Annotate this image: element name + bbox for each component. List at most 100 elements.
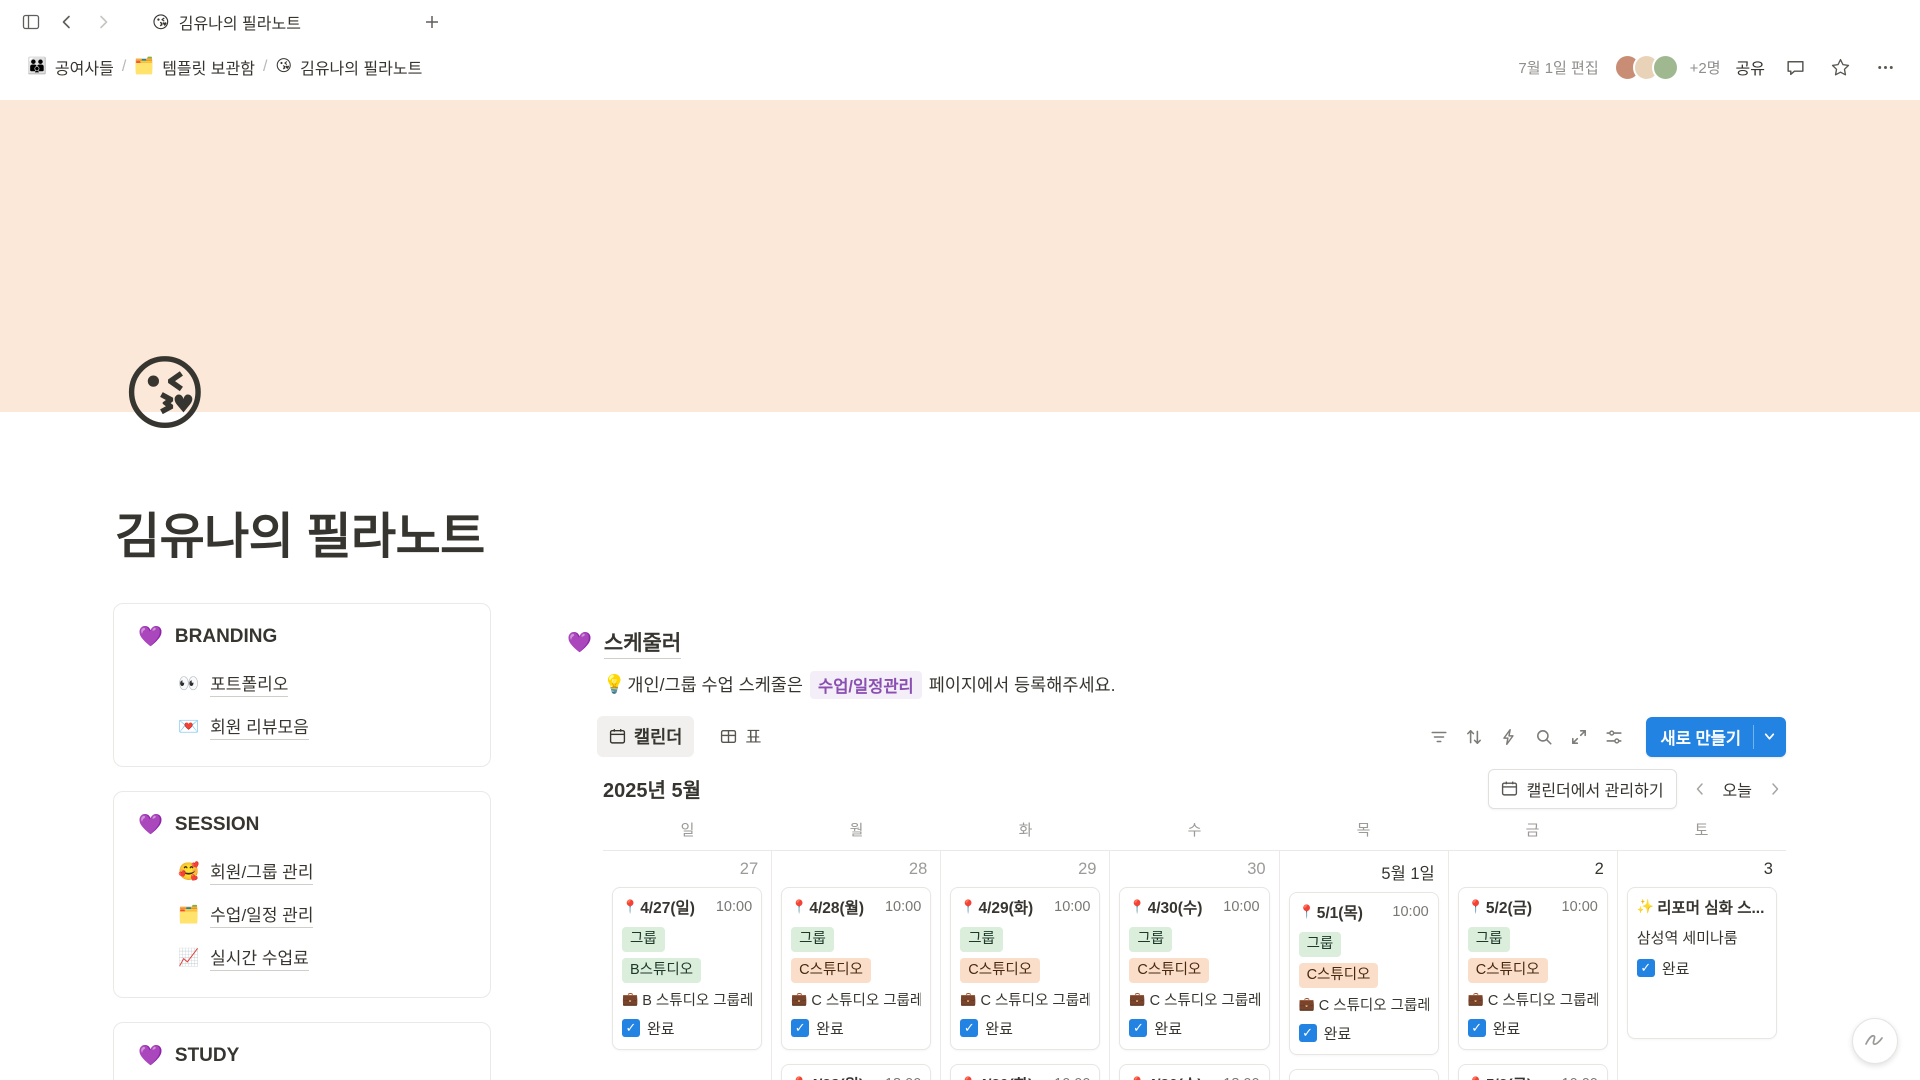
nav-item-portfolio[interactable]: 👀 포트폴리오 bbox=[178, 662, 466, 705]
database-toolbar: 새로 만들기 bbox=[1430, 717, 1786, 757]
extra-members-label[interactable]: +2명 bbox=[1690, 57, 1721, 78]
pin-icon: 📍 bbox=[960, 1076, 976, 1080]
calendar-day-fri: 2 📍5/2(금)10:00 그룹 C스튜디오 💼C 스튜디오 그룹레슨 ✓완료… bbox=[1448, 851, 1617, 1080]
lesson-name: B 스튜디오 그룹레슨 bbox=[642, 989, 752, 1010]
breadcrumb-current-page[interactable]: 😘 김유나의 필라노트 bbox=[268, 51, 429, 83]
check-mark: ✓ bbox=[1302, 1025, 1313, 1041]
today-button[interactable]: 오늘 bbox=[1723, 777, 1752, 801]
check-mark: ✓ bbox=[626, 1020, 637, 1036]
tag-studio: C스튜디오 bbox=[1468, 958, 1548, 983]
comments-icon[interactable] bbox=[1780, 52, 1810, 82]
nav-item-label: 수업/일정 관리 bbox=[210, 901, 313, 928]
lesson-name: C 스튜디오 그룹레슨 bbox=[1150, 989, 1260, 1010]
share-button[interactable]: 공유 bbox=[1736, 55, 1765, 79]
member-avatar[interactable] bbox=[1652, 54, 1679, 81]
event-time: 18:00 bbox=[885, 1076, 921, 1080]
view-tab-calendar[interactable]: 캘린더 bbox=[597, 716, 694, 757]
event-card[interactable]: 📍4/28(월)18:00 그룹 bbox=[781, 1064, 931, 1080]
view-settings-icon[interactable] bbox=[1605, 728, 1623, 746]
database-views-row: 캘린더 표 bbox=[597, 715, 1786, 759]
event-title: 4/27(일) bbox=[640, 896, 712, 918]
pin-icon: 📍 bbox=[960, 899, 976, 915]
calendar-export-icon bbox=[1501, 780, 1518, 797]
event-card[interactable]: 📍5/2(금)10:00 그룹 C스튜디오 💼C 스튜디오 그룹레슨 ✓완료 bbox=[1458, 887, 1608, 1050]
event-time: 10:00 bbox=[885, 899, 921, 915]
nav-item-tuition[interactable]: 📈 실시간 수업료 bbox=[178, 936, 466, 979]
archive-icon: 🗂️ bbox=[134, 59, 154, 75]
search-icon[interactable] bbox=[1535, 728, 1553, 746]
page-title: 김유나의 필라노트 bbox=[115, 508, 1920, 567]
scheduler-title[interactable]: 스케줄러 bbox=[604, 627, 681, 659]
nav-item-label: 포트폴리오 bbox=[210, 670, 288, 697]
event-card[interactable]: 📍4/30(수)18:00 그룹 bbox=[1119, 1064, 1269, 1080]
chevron-down-icon[interactable] bbox=[1763, 730, 1786, 743]
lesson-name: C 스튜디오 그룹레슨 bbox=[811, 989, 921, 1010]
event-card[interactable]: 📍4/29(화)10:00 그룹 bbox=[950, 1064, 1100, 1080]
nav-item-schedule-admin[interactable]: 🗂️ 수업/일정 관리 bbox=[178, 893, 466, 936]
event-card[interactable]: 📍5/1(목)10:00 그룹 C스튜디오 💼C 스튜디오 그룹레슨 ✓완료 bbox=[1289, 892, 1439, 1055]
member-avatars[interactable] bbox=[1614, 54, 1679, 81]
breadcrumb-template-archive[interactable]: 🗂️ 템플릿 보관함 bbox=[127, 51, 262, 83]
nav-item-members[interactable]: 🥰 회원/그룹 관리 bbox=[178, 850, 466, 893]
new-tab-icon[interactable] bbox=[417, 7, 447, 37]
breadcrumb-label: 김유나의 필라노트 bbox=[300, 55, 422, 79]
purple-heart-icon: 💜 bbox=[138, 627, 163, 647]
day-number: 27 bbox=[603, 851, 771, 885]
checkbox-checked[interactable]: ✓ bbox=[1468, 1019, 1486, 1037]
check-mark: ✓ bbox=[1471, 1020, 1482, 1036]
expand-icon[interactable] bbox=[1570, 728, 1588, 746]
page-cover[interactable] bbox=[0, 100, 1920, 412]
topbar-actions: 7월 1일 편집 +2명 공유 bbox=[1518, 52, 1900, 82]
tag-group: 그룹 bbox=[1129, 927, 1172, 952]
event-card[interactable]: 📍4/27(일)10:00 그룹 B스튜디오 💼B 스튜디오 그룹레슨 ✓완료 bbox=[612, 887, 762, 1050]
page-icon[interactable]: 😘 bbox=[122, 354, 207, 436]
sort-icon[interactable] bbox=[1465, 728, 1483, 746]
pin-icon: 📍 bbox=[791, 899, 807, 915]
check-mark: ✓ bbox=[964, 1020, 975, 1036]
back-icon[interactable] bbox=[52, 7, 82, 37]
day-number: 28 bbox=[772, 851, 940, 885]
next-month-icon[interactable] bbox=[1764, 778, 1786, 800]
event-card[interactable]: 📍4/28(월)10:00 그룹 C스튜디오 💼C 스튜디오 그룹레슨 ✓완료 bbox=[781, 887, 931, 1050]
automation-lightning-icon[interactable] bbox=[1500, 728, 1518, 746]
weekday-label: 수 bbox=[1110, 819, 1279, 850]
checkbox-checked[interactable]: ✓ bbox=[791, 1019, 809, 1037]
briefcase-icon: 💼 bbox=[1129, 991, 1145, 1007]
event-title: 리포머 심화 스... bbox=[1657, 896, 1767, 918]
table-icon bbox=[720, 728, 737, 745]
favorite-star-icon[interactable] bbox=[1825, 52, 1855, 82]
more-options-icon[interactable] bbox=[1870, 52, 1900, 82]
scheduler-callout: 💡 개인/그룹 수업 스케줄은 수업/일정관리 페이지에서 등록해주세요. bbox=[603, 671, 1786, 699]
filter-icon[interactable] bbox=[1430, 728, 1448, 746]
checkbox-checked[interactable]: ✓ bbox=[960, 1019, 978, 1037]
event-title: 4/29(화) bbox=[978, 896, 1050, 918]
checkbox-checked[interactable]: ✓ bbox=[1637, 959, 1655, 977]
checkbox-checked[interactable]: ✓ bbox=[622, 1019, 640, 1037]
breadcrumb-workspace[interactable]: 👪 공여사들 bbox=[20, 51, 121, 83]
checkbox-checked[interactable]: ✓ bbox=[1129, 1019, 1147, 1037]
new-entry-button[interactable]: 새로 만들기 bbox=[1646, 717, 1786, 757]
page-mention-tag[interactable]: 수업/일정관리 bbox=[810, 671, 922, 699]
tab-page-icon: 😘 bbox=[152, 14, 170, 31]
ai-assistant-button[interactable] bbox=[1852, 1018, 1898, 1064]
tag-studio: C스튜디오 bbox=[960, 958, 1040, 983]
day-number: 5월 1일 bbox=[1280, 851, 1448, 890]
breadcrumb-separator: / bbox=[122, 58, 126, 76]
prev-month-icon[interactable] bbox=[1689, 778, 1711, 800]
page-tab[interactable]: 😘 김유나의 필라노트 bbox=[152, 10, 301, 34]
event-card[interactable]: 📍5/2(금)10:00 그룹 bbox=[1458, 1064, 1608, 1080]
pin-icon: 📍 bbox=[1468, 899, 1484, 915]
weekday-label: 일 bbox=[603, 819, 772, 850]
nav-item-reviews[interactable]: 💌 회원 리뷰모음 bbox=[178, 705, 466, 748]
checkbox-checked[interactable]: ✓ bbox=[1299, 1024, 1317, 1042]
event-time: 10:00 bbox=[1562, 899, 1598, 915]
view-tab-table[interactable]: 표 bbox=[708, 716, 773, 757]
calendar-actions: 캘린더에서 관리하기 오늘 bbox=[1488, 769, 1786, 809]
event-card[interactable]: 📍4/29(화)10:00 그룹 C스튜디오 💼C 스튜디오 그룹레슨 ✓완료 bbox=[950, 887, 1100, 1050]
sidebar-toggle-icon[interactable] bbox=[16, 7, 46, 37]
forward-icon[interactable] bbox=[88, 7, 118, 37]
event-card[interactable]: 📍4/30(수)10:00 그룹 C스튜디오 💼C 스튜디오 그룹레슨 ✓완료 bbox=[1119, 887, 1269, 1050]
event-card[interactable]: 📍5/1(목)18:00 그룹 bbox=[1289, 1069, 1439, 1080]
event-card-seminar[interactable]: ✨리포머 심화 스... 삼성역 세미나룸 ✓완료 bbox=[1627, 887, 1777, 1039]
manage-in-calendar-button[interactable]: 캘린더에서 관리하기 bbox=[1488, 769, 1677, 809]
